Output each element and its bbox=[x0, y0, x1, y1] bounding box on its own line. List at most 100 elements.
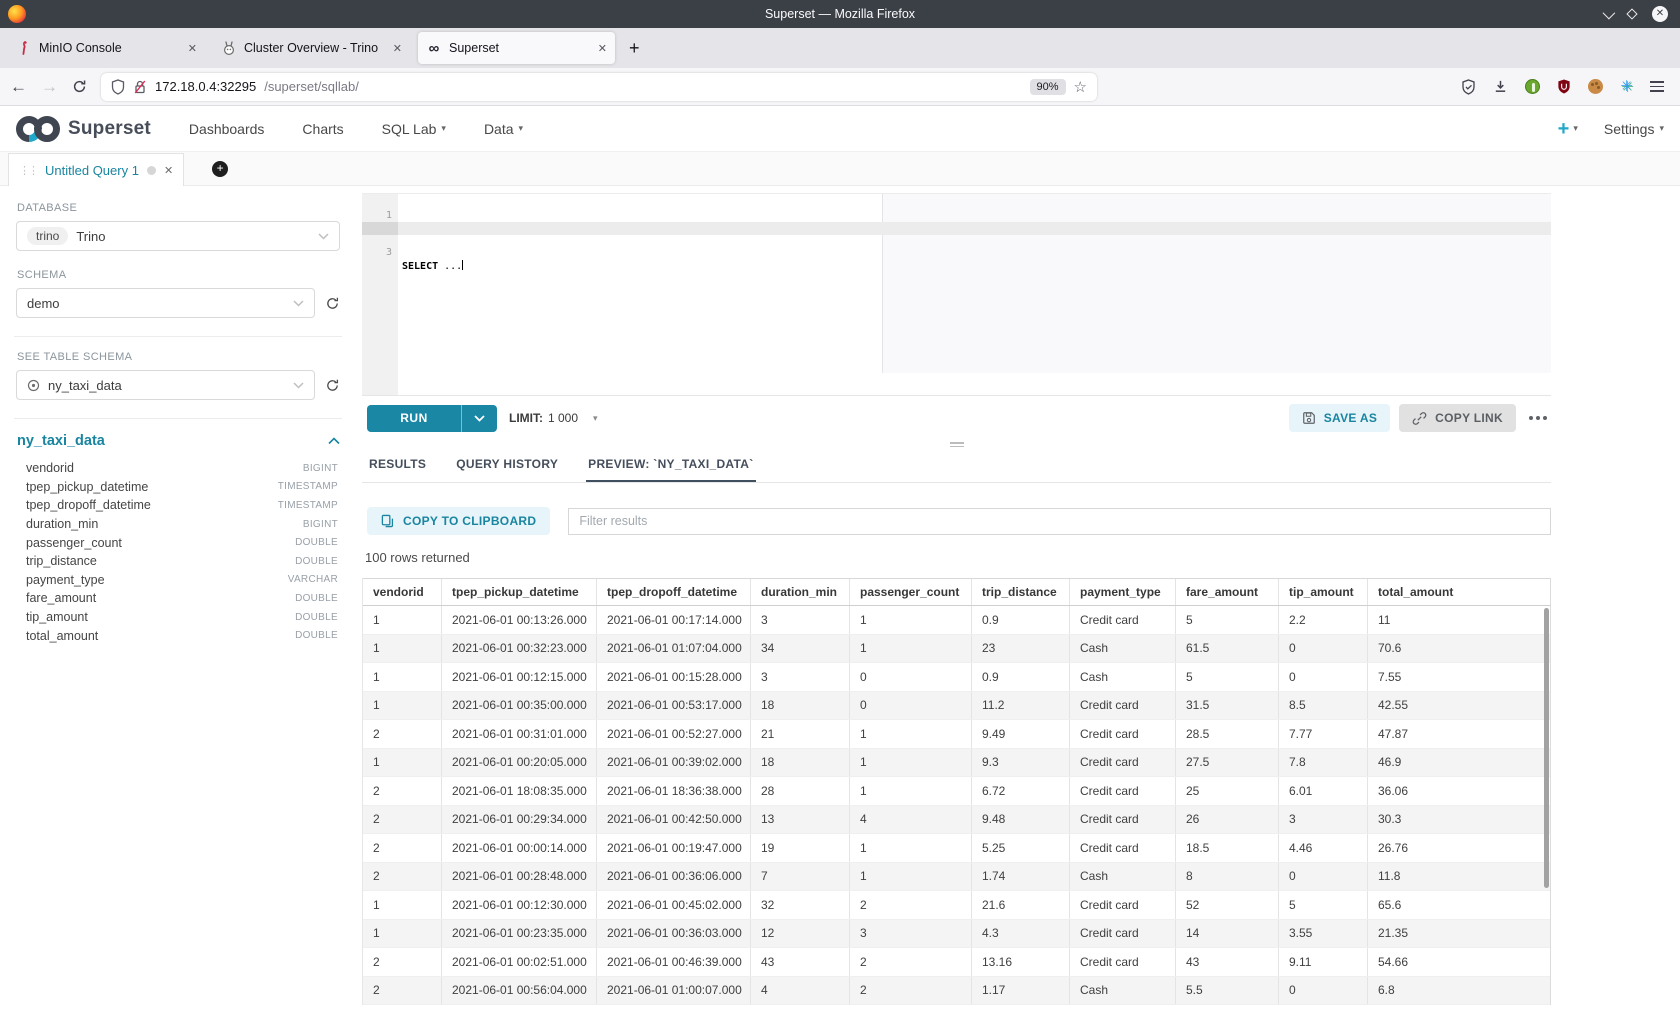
nav-settings[interactable]: Settings▾ bbox=[1604, 121, 1664, 137]
copy-to-clipboard-button[interactable]: COPY TO CLIPBOARD bbox=[367, 507, 550, 535]
window-close-button[interactable]: ✕ bbox=[1652, 6, 1668, 22]
table-cell: 46.9 bbox=[1368, 749, 1550, 777]
filter-results-input[interactable] bbox=[568, 508, 1551, 535]
column-header[interactable]: duration_min bbox=[751, 579, 850, 605]
tab-preview[interactable]: PREVIEW: `NY_TAXI_DATA` bbox=[586, 449, 755, 482]
table-cell: 0.9 bbox=[972, 606, 1070, 634]
bookmark-star-icon[interactable]: ☆ bbox=[1074, 78, 1087, 96]
shield-icon[interactable] bbox=[111, 79, 125, 95]
database-select[interactable]: trino Trino bbox=[16, 221, 340, 251]
downloads-icon[interactable] bbox=[1493, 79, 1508, 94]
pane-resize-handle[interactable] bbox=[362, 440, 1551, 449]
sql-editor[interactable]: 1 -- Note: Unless you save your query, t… bbox=[362, 193, 1551, 396]
table-select[interactable]: ny_taxi_data bbox=[16, 370, 315, 400]
tab-close-icon[interactable]: ✕ bbox=[598, 42, 607, 55]
nav-sql-lab[interactable]: SQL Lab▾ bbox=[382, 121, 446, 137]
query-tab[interactable]: ⋮⋮ Untitled Query 1 ✕ bbox=[8, 153, 184, 186]
table-column-item: fare_amount DOUBLE bbox=[16, 589, 340, 608]
table-cell: Cash bbox=[1070, 663, 1176, 691]
table-cell: 52 bbox=[1176, 891, 1279, 919]
limit-dropdown[interactable]: LIMIT: 1 000 ▾ bbox=[509, 411, 598, 425]
column-name: vendorid bbox=[26, 461, 303, 475]
table-cell: 5.25 bbox=[972, 834, 1070, 862]
protection-shield-icon[interactable] bbox=[1461, 79, 1476, 95]
nav-charts[interactable]: Charts bbox=[302, 121, 343, 137]
menu-hamburger-icon[interactable] bbox=[1650, 81, 1664, 92]
table-cell: 4.3 bbox=[972, 920, 1070, 948]
column-header[interactable]: tip_amount bbox=[1279, 579, 1368, 605]
table-cell: 18.5 bbox=[1176, 834, 1279, 862]
table-column-item: duration_min BIGINT bbox=[16, 515, 340, 534]
tab-query-history[interactable]: QUERY HISTORY bbox=[454, 449, 560, 482]
browser-tab-superset[interactable]: ∞ Superset ✕ bbox=[418, 32, 615, 64]
table-cell: 43 bbox=[1176, 948, 1279, 976]
table-cell: 54.66 bbox=[1368, 948, 1550, 976]
column-header[interactable]: payment_type bbox=[1070, 579, 1176, 605]
table-cell: 0 bbox=[850, 692, 972, 720]
column-header[interactable]: vendorid bbox=[363, 579, 442, 605]
column-header[interactable]: tpep_pickup_datetime bbox=[442, 579, 597, 605]
column-header[interactable]: trip_distance bbox=[972, 579, 1070, 605]
column-name: tip_amount bbox=[26, 610, 295, 624]
drag-handle-icon[interactable]: ⋮⋮ bbox=[19, 164, 37, 177]
column-header[interactable]: total_amount bbox=[1368, 579, 1550, 605]
table-row: 12021-06-01 00:13:26.0002021-06-01 00:17… bbox=[363, 606, 1550, 635]
forward-button[interactable]: → bbox=[41, 78, 58, 95]
zoom-level-badge[interactable]: 90% bbox=[1030, 79, 1066, 95]
table-column-item: tpep_pickup_datetime TIMESTAMP bbox=[16, 478, 340, 497]
chevron-down-icon bbox=[318, 233, 329, 240]
table-cell: 31.5 bbox=[1176, 692, 1279, 720]
close-query-tab-icon[interactable]: ✕ bbox=[164, 164, 173, 177]
run-query-button[interactable]: RUN bbox=[367, 405, 497, 432]
table-cell: 2021-06-01 01:00:07.000 bbox=[597, 977, 751, 1005]
ublock-icon[interactable] bbox=[1557, 79, 1571, 94]
column-type: TIMESTAMP bbox=[278, 481, 338, 492]
insecure-lock-icon[interactable] bbox=[133, 79, 147, 95]
new-tab-button[interactable]: + bbox=[629, 38, 640, 59]
table-scrollbar[interactable] bbox=[1544, 608, 1549, 888]
extension-green-icon[interactable] bbox=[1525, 79, 1540, 94]
run-dropdown-button[interactable] bbox=[461, 405, 497, 432]
browser-tab-minio[interactable]: MinIO Console ✕ bbox=[8, 32, 205, 64]
column-header[interactable]: passenger_count bbox=[850, 579, 972, 605]
add-query-tab-button[interactable]: + bbox=[212, 161, 228, 177]
nav-dashboards[interactable]: Dashboards bbox=[189, 121, 265, 137]
extension-asterisk-icon[interactable]: ✳ bbox=[1620, 79, 1633, 94]
reload-button[interactable] bbox=[72, 79, 87, 94]
more-options-button[interactable] bbox=[1525, 416, 1551, 420]
url-host: 172.18.0.4:32295 bbox=[155, 79, 256, 94]
browser-tab-trino[interactable]: Cluster Overview - Trino ✕ bbox=[213, 32, 410, 64]
add-new-button[interactable]: + ▾ bbox=[1558, 119, 1578, 139]
tab-close-icon[interactable]: ✕ bbox=[188, 42, 197, 55]
save-as-button[interactable]: SAVE AS bbox=[1289, 404, 1390, 432]
copy-link-button[interactable]: COPY LINK bbox=[1399, 404, 1516, 432]
table-schema-title[interactable]: ny_taxi_data bbox=[17, 433, 328, 449]
run-label[interactable]: RUN bbox=[367, 405, 461, 432]
column-header[interactable]: fare_amount bbox=[1176, 579, 1279, 605]
nav-data[interactable]: Data▾ bbox=[484, 121, 523, 137]
window-minimize-button[interactable] bbox=[1603, 6, 1616, 19]
window-maximize-button[interactable] bbox=[1626, 8, 1637, 19]
url-bar[interactable]: 172.18.0.4:32295/superset/sqllab/ 90% ☆ bbox=[101, 73, 1097, 101]
superset-logo[interactable] bbox=[16, 116, 60, 142]
results-table-header: vendoridtpep_pickup_datetimetpep_dropoff… bbox=[363, 578, 1550, 606]
table-cell: 9.11 bbox=[1279, 948, 1368, 976]
refresh-tables-icon[interactable] bbox=[325, 378, 340, 393]
cookie-extension-icon[interactable] bbox=[1588, 79, 1603, 94]
table-cell: 13 bbox=[751, 806, 850, 834]
table-cell: Credit card bbox=[1070, 948, 1176, 976]
back-button[interactable]: ← bbox=[10, 78, 27, 95]
table-cell: 1 bbox=[850, 834, 972, 862]
table-row: 12021-06-01 00:23:35.0002021-06-01 00:36… bbox=[363, 920, 1550, 949]
table-cell: 1.17 bbox=[972, 977, 1070, 1005]
table-cell: 32 bbox=[751, 891, 850, 919]
column-header[interactable]: tpep_dropoff_datetime bbox=[597, 579, 751, 605]
table-cell: 65.6 bbox=[1368, 891, 1550, 919]
tab-close-icon[interactable]: ✕ bbox=[393, 42, 402, 55]
tab-results[interactable]: RESULTS bbox=[367, 449, 428, 482]
table-cell: 1 bbox=[850, 863, 972, 891]
schema-select[interactable]: demo bbox=[16, 288, 315, 318]
collapse-chevron-up-icon[interactable] bbox=[328, 437, 340, 445]
refresh-schemas-icon[interactable] bbox=[325, 296, 340, 311]
brand-name[interactable]: Superset bbox=[68, 118, 151, 140]
